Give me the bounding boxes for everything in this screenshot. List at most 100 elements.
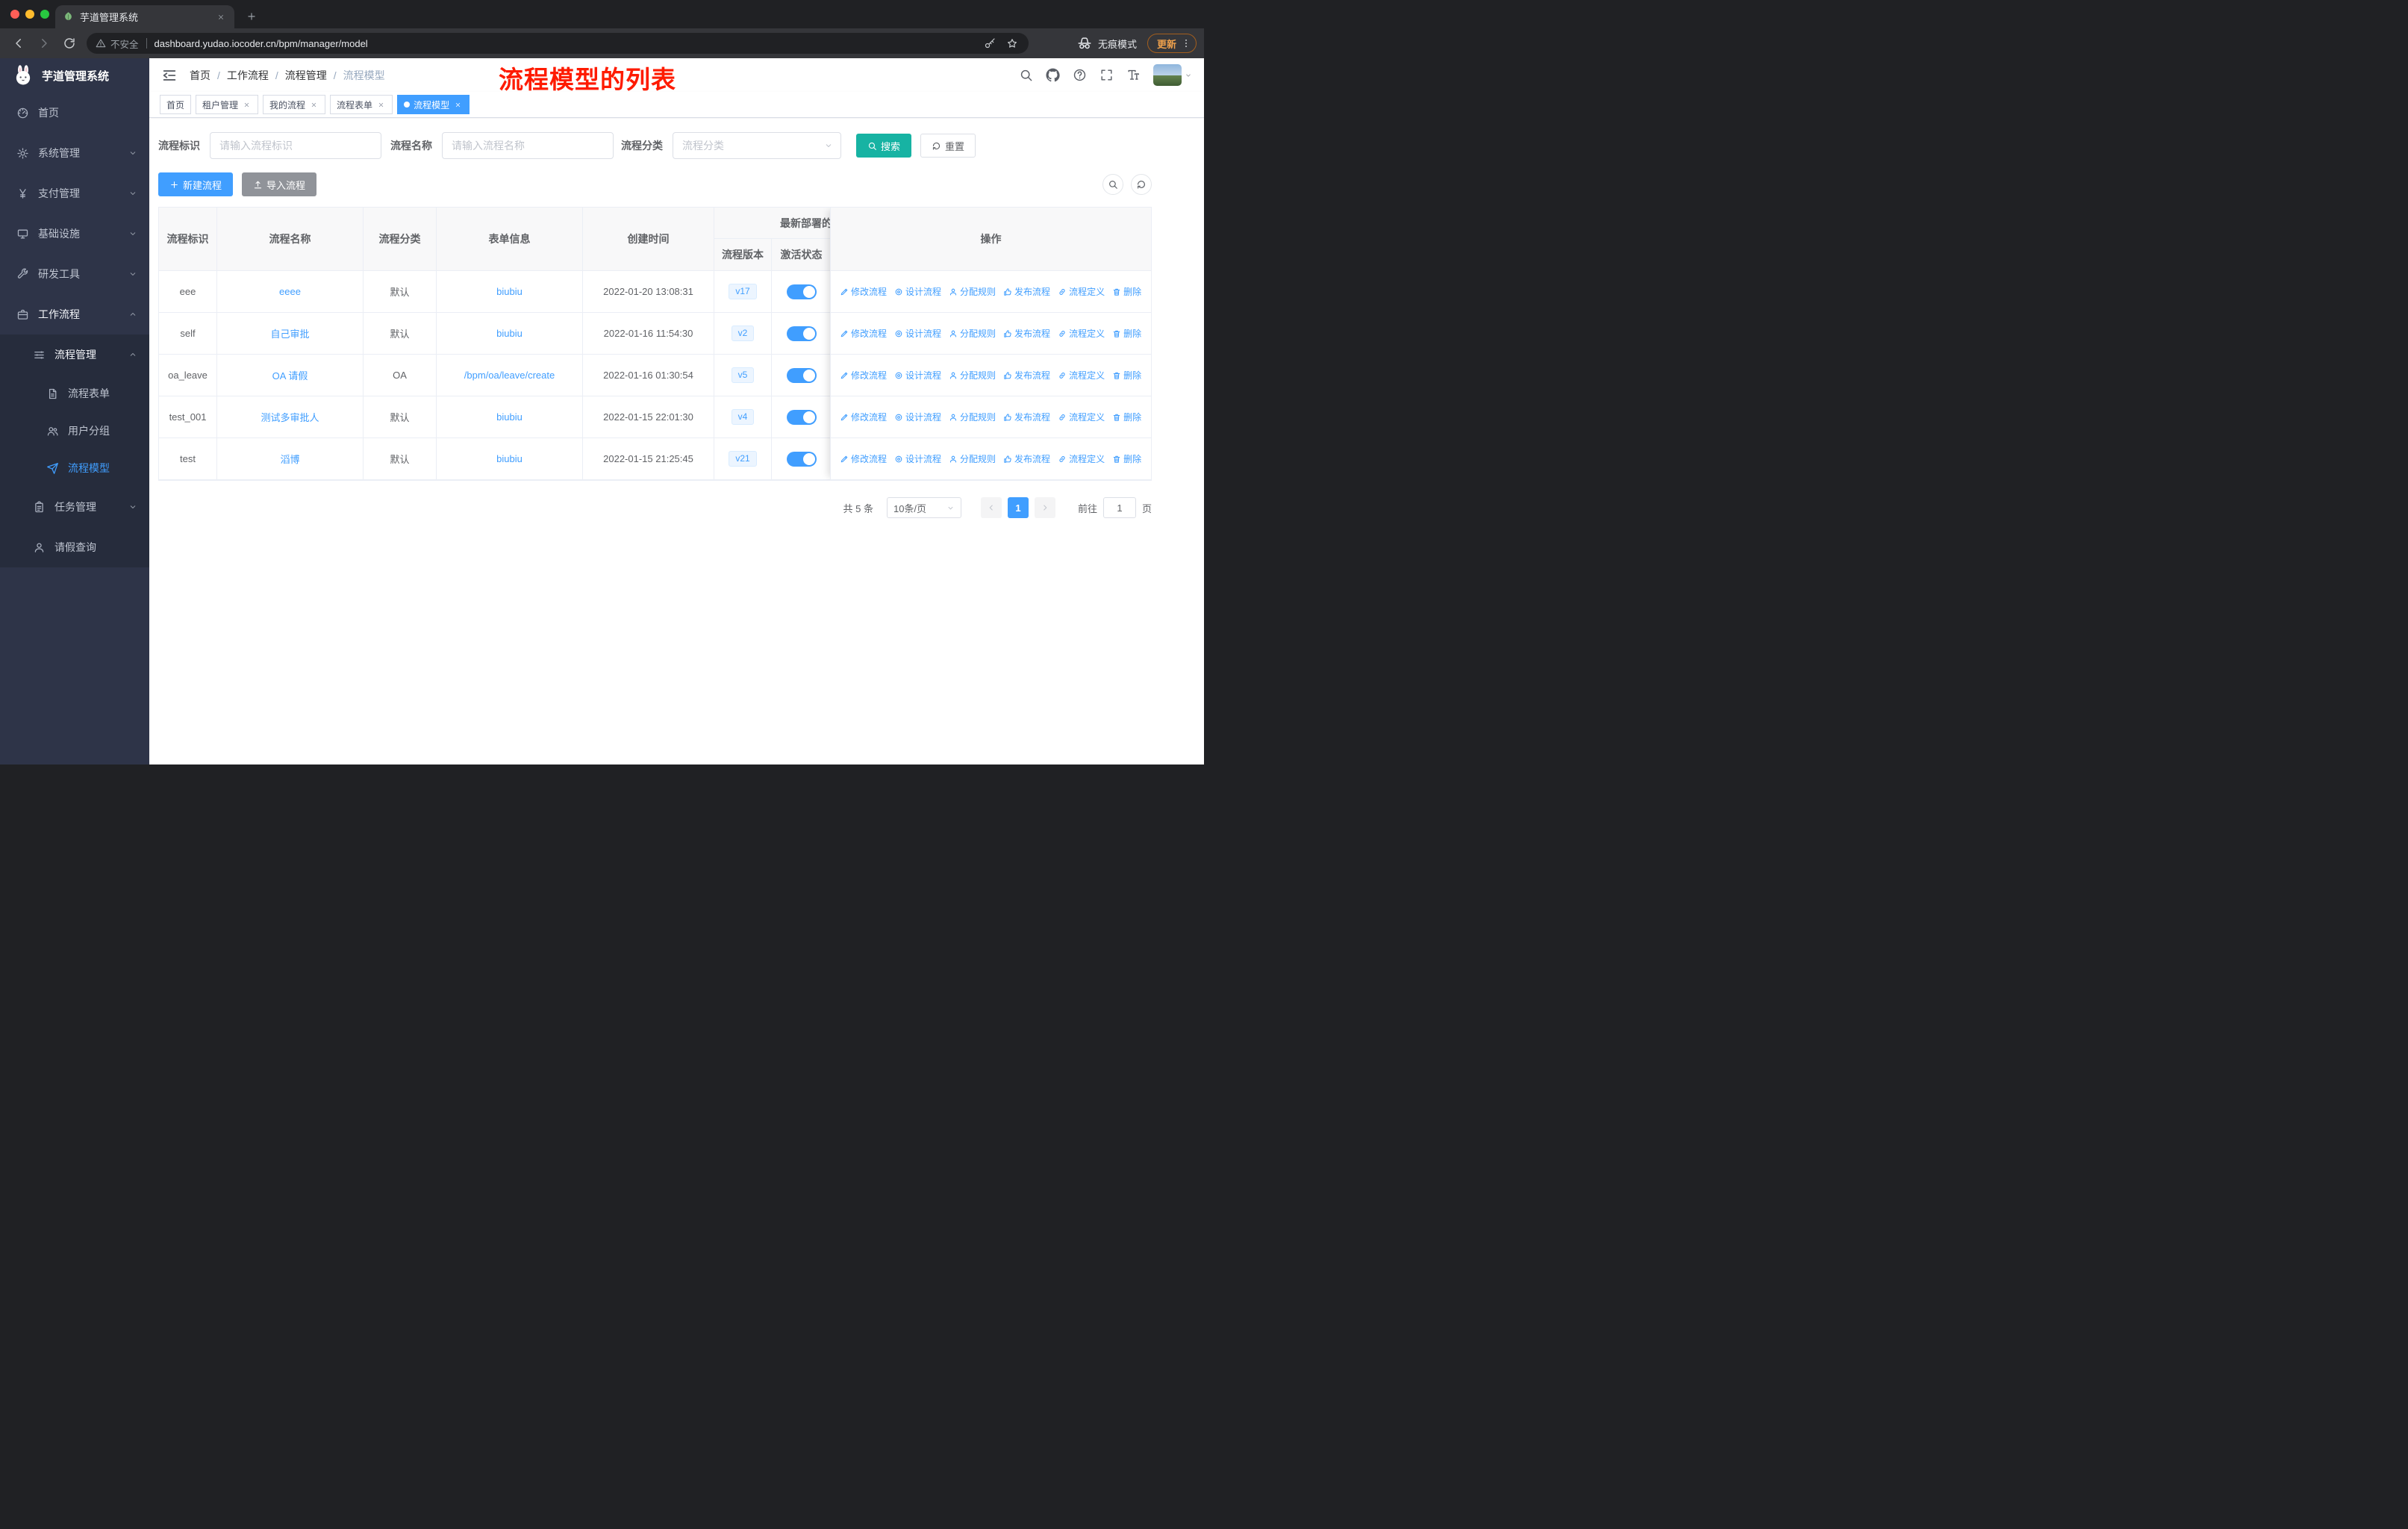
refresh-table-button[interactable] (1131, 174, 1152, 195)
close-icon[interactable] (242, 100, 252, 110)
tag-my-process[interactable]: 我的流程 (263, 95, 326, 114)
form-info-link[interactable]: biubiu (496, 411, 523, 423)
sidebar-item-workflow[interactable]: 工作流程 (0, 294, 149, 334)
assign-rule-link[interactable]: 分配规则 (949, 411, 996, 423)
tag-tenant-mgmt[interactable]: 租户管理 (196, 95, 259, 114)
process-name-link[interactable]: eeee (279, 286, 301, 297)
next-page-button[interactable] (1034, 497, 1055, 518)
form-info-link[interactable]: biubiu (496, 286, 523, 297)
tab-close-icon[interactable] (215, 11, 227, 23)
help-icon[interactable] (1073, 68, 1087, 82)
process-definition-link[interactable]: 流程定义 (1058, 452, 1105, 465)
tag-process-model[interactable]: 流程模型 (397, 95, 470, 114)
search-button[interactable]: 搜索 (856, 134, 912, 158)
sidebar-item-process-mgmt[interactable]: 流程管理 (0, 334, 149, 375)
delete-link[interactable]: 删除 (1112, 285, 1141, 298)
close-icon[interactable] (453, 100, 463, 110)
new-tab-button[interactable] (243, 8, 260, 25)
active-toggle[interactable] (786, 326, 817, 341)
design-process-link[interactable]: 设计流程 (894, 327, 941, 340)
form-info-link[interactable]: biubiu (496, 453, 523, 464)
reload-button[interactable] (57, 31, 82, 56)
forward-button[interactable] (31, 31, 57, 56)
process-category-select[interactable]: 流程分类 (673, 132, 841, 159)
process-definition-link[interactable]: 流程定义 (1058, 411, 1105, 423)
tag-process-form[interactable]: 流程表单 (330, 95, 393, 114)
process-definition-link[interactable]: 流程定义 (1058, 327, 1105, 340)
password-key-icon[interactable] (984, 37, 996, 49)
design-process-link[interactable]: 设计流程 (894, 411, 941, 423)
publish-process-link[interactable]: 发布流程 (1003, 327, 1050, 340)
assign-rule-link[interactable]: 分配规则 (949, 327, 996, 340)
breadcrumb-item[interactable]: 工作流程 (227, 68, 269, 83)
import-process-button[interactable]: 导入流程 (242, 172, 317, 196)
close-icon[interactable] (376, 100, 386, 110)
sidebar-item-user-group[interactable]: 用户分组 (0, 412, 149, 449)
process-name-link[interactable]: 滔博 (280, 454, 299, 465)
sidebar-item-leave-query[interactable]: 请假查询 (0, 527, 149, 567)
delete-link[interactable]: 删除 (1112, 369, 1141, 382)
form-info-link[interactable]: biubiu (496, 328, 523, 339)
fullscreen-icon[interactable] (1099, 68, 1114, 82)
publish-process-link[interactable]: 发布流程 (1003, 369, 1050, 382)
search-icon[interactable] (1019, 68, 1033, 82)
goto-page-input[interactable] (1102, 497, 1136, 518)
back-button[interactable] (6, 31, 31, 56)
toggle-search-button[interactable] (1102, 174, 1123, 195)
page-size-select[interactable]: 10条/页 (886, 497, 961, 518)
edit-process-link[interactable]: 修改流程 (840, 452, 887, 465)
browser-menu-icon[interactable] (1179, 37, 1193, 50)
sidebar-item-home[interactable]: 首页 (0, 93, 149, 133)
create-process-button[interactable]: 新建流程 (158, 172, 234, 196)
publish-process-link[interactable]: 发布流程 (1003, 452, 1050, 465)
process-name-link[interactable]: 自己审批 (270, 328, 309, 340)
app-logo[interactable]: 芋道管理系统 (0, 58, 149, 93)
sidebar-item-process-form[interactable]: 流程表单 (0, 375, 149, 412)
edit-process-link[interactable]: 修改流程 (840, 411, 887, 423)
process-id-input[interactable] (210, 132, 381, 159)
user-avatar[interactable] (1153, 64, 1192, 86)
sidebar-item-system[interactable]: 系统管理 (0, 133, 149, 173)
window-zoom-button[interactable] (40, 10, 49, 19)
page-number-button[interactable]: 1 (1007, 497, 1029, 518)
sidebar-item-payment[interactable]: 支付管理 (0, 173, 149, 214)
process-definition-link[interactable]: 流程定义 (1058, 285, 1105, 298)
bookmark-star-icon[interactable] (1006, 37, 1018, 49)
sidebar-item-dev-tools[interactable]: 研发工具 (0, 254, 149, 294)
prev-page-button[interactable] (980, 497, 1002, 518)
assign-rule-link[interactable]: 分配规则 (949, 285, 996, 298)
delete-link[interactable]: 删除 (1112, 452, 1141, 465)
form-info-link[interactable]: /bpm/oa/leave/create (464, 370, 555, 381)
delete-link[interactable]: 删除 (1112, 327, 1141, 340)
edit-process-link[interactable]: 修改流程 (840, 327, 887, 340)
publish-process-link[interactable]: 发布流程 (1003, 285, 1050, 298)
close-icon[interactable] (309, 100, 319, 110)
address-bar[interactable]: 不安全 dashboard.yudao.iocoder.cn/bpm/manag… (87, 33, 1029, 54)
github-icon[interactable] (1046, 68, 1060, 82)
design-process-link[interactable]: 设计流程 (894, 452, 941, 465)
active-toggle[interactable] (786, 409, 817, 425)
active-toggle[interactable] (786, 367, 817, 383)
publish-process-link[interactable]: 发布流程 (1003, 411, 1050, 423)
reset-button[interactable]: 重置 (920, 134, 976, 158)
sidebar-item-task-mgmt[interactable]: 任务管理 (0, 487, 149, 527)
design-process-link[interactable]: 设计流程 (894, 369, 941, 382)
sidebar-item-process-model[interactable]: 流程模型 (0, 449, 149, 487)
browser-update-button[interactable]: 更新 (1147, 34, 1197, 53)
breadcrumb-item[interactable]: 流程管理 (285, 68, 327, 83)
active-toggle[interactable] (786, 451, 817, 467)
breadcrumb-item[interactable]: 首页 (190, 68, 210, 83)
browser-tab[interactable]: 芋道管理系统 (55, 5, 234, 28)
sidebar-collapse-icon[interactable] (161, 67, 178, 84)
process-definition-link[interactable]: 流程定义 (1058, 369, 1105, 382)
assign-rule-link[interactable]: 分配规则 (949, 452, 996, 465)
window-minimize-button[interactable] (25, 10, 34, 19)
process-name-link[interactable]: 测试多审批人 (261, 412, 319, 423)
font-size-icon[interactable] (1126, 68, 1141, 82)
process-name-link[interactable]: OA 请假 (272, 370, 308, 382)
edit-process-link[interactable]: 修改流程 (840, 369, 887, 382)
assign-rule-link[interactable]: 分配规则 (949, 369, 996, 382)
process-name-input[interactable] (442, 132, 614, 159)
tag-home[interactable]: 首页 (160, 95, 192, 114)
design-process-link[interactable]: 设计流程 (894, 285, 941, 298)
